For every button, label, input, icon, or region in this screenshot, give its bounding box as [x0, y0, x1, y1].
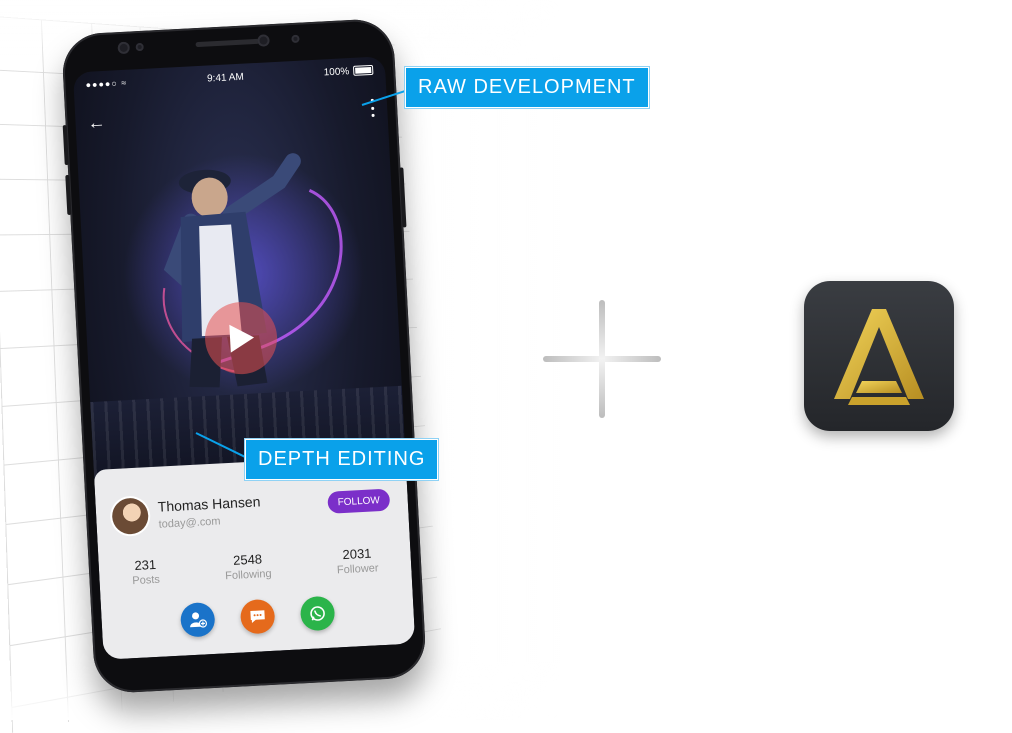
- battery-icon: [352, 64, 374, 76]
- battery-indicator: 100%: [323, 64, 374, 78]
- stat-value: 2548: [232, 551, 263, 568]
- signal-icon: ●●●●○ ≈: [85, 77, 128, 90]
- phone-screen: ●●●●○ ≈ 9:41 AM 100% ← Thomas Hansen tod…: [72, 56, 416, 660]
- user-name: Thomas Hansen: [157, 493, 261, 515]
- stat-value: 2031: [342, 545, 372, 563]
- user-email: today@.com: [158, 515, 221, 531]
- dancer-illustration: [123, 153, 364, 394]
- avatar[interactable]: [111, 497, 150, 536]
- follow-button[interactable]: FOLLOW: [327, 488, 391, 514]
- add-user-button[interactable]: [179, 601, 216, 638]
- stat-label: Follower: [336, 562, 379, 577]
- profile-card: Thomas Hansen today@.com FOLLOW 231 Post…: [93, 453, 416, 660]
- profile-actions: [101, 592, 414, 642]
- back-arrow-icon[interactable]: ←: [87, 112, 106, 133]
- stat-label: Following: [224, 567, 272, 583]
- stat-value: 231: [134, 556, 157, 574]
- whatsapp-icon: [310, 606, 325, 621]
- raw-development-callout: RAW DEVELOPMENT: [405, 67, 649, 108]
- status-time: 9:41 AM: [206, 71, 245, 85]
- app-logo-icon[interactable]: [804, 281, 954, 431]
- add-user-icon: [190, 612, 208, 628]
- stat-following[interactable]: 2548 Following: [224, 551, 272, 582]
- whatsapp-button[interactable]: [299, 595, 336, 632]
- stat-posts[interactable]: 231 Posts: [131, 557, 160, 587]
- plus-icon: [543, 300, 661, 418]
- play-icon: [229, 324, 255, 353]
- chat-icon: [250, 610, 265, 623]
- phone-mockup: ●●●●○ ≈ 9:41 AM 100% ← Thomas Hansen tod…: [60, 17, 428, 695]
- stat-follower[interactable]: 2031 Follower: [336, 545, 379, 577]
- stat-label: Posts: [132, 573, 161, 588]
- video-preview[interactable]: [76, 116, 408, 512]
- chat-button[interactable]: [239, 598, 276, 635]
- depth-editing-callout: DEPTH EDITING: [245, 439, 439, 480]
- battery-percent: 100%: [323, 65, 350, 78]
- profile-stats: 231 Posts 2548 Following 2031 Follower: [98, 544, 411, 589]
- logo-mark: [834, 309, 924, 405]
